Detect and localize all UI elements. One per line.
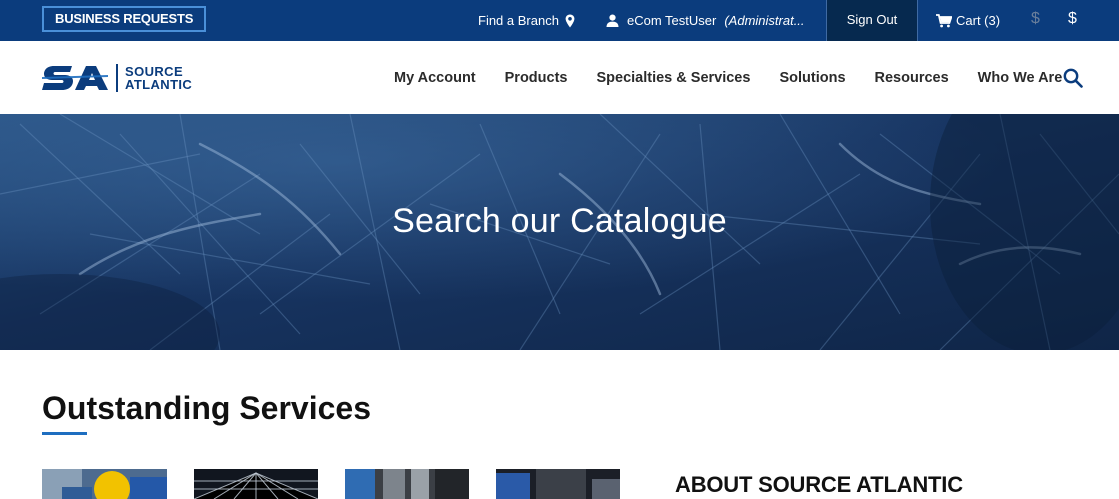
find-branch-link[interactable]: Find a Branch bbox=[478, 0, 575, 41]
logo-line-2: ATLANTIC bbox=[125, 77, 193, 92]
heading-underline bbox=[42, 432, 87, 435]
sa-logo-mark bbox=[42, 66, 108, 90]
nav-item-products[interactable]: Products bbox=[505, 70, 568, 86]
cart-icon bbox=[936, 13, 952, 27]
search-icon[interactable] bbox=[1063, 68, 1083, 88]
services-heading: Outstanding Services bbox=[42, 390, 371, 426]
main-nav: SOURCE ATLANTIC My Account Products Spec… bbox=[0, 41, 1119, 114]
hero-title: Search our Catalogue bbox=[392, 202, 727, 240]
hero-banner: Search our Catalogue bbox=[0, 114, 1119, 350]
sign-out-button[interactable]: Sign Out bbox=[826, 0, 918, 41]
user-role: (Administrat... bbox=[724, 12, 805, 28]
nav-item-resources[interactable]: Resources bbox=[875, 70, 949, 86]
user-icon bbox=[606, 14, 619, 27]
industrial-parts-image bbox=[345, 469, 469, 499]
logo-wordmark: SOURCE ATLANTIC bbox=[125, 65, 192, 91]
currency-toggle-inactive[interactable]: $ bbox=[1031, 10, 1040, 28]
user-name: eCom TestUser bbox=[627, 12, 717, 28]
user-account-link[interactable]: eCom TestUser (Administrat... bbox=[606, 0, 805, 41]
cart-link[interactable]: Cart (3) bbox=[936, 0, 1000, 41]
service-thumbnail-engineering[interactable] bbox=[194, 469, 319, 499]
nav-item-specialties-services[interactable]: Specialties & Services bbox=[596, 70, 750, 86]
utility-bar: BUSINESS REQUESTS Find a Branch eCom Tes… bbox=[0, 0, 1119, 41]
service-thumbnail-industrial[interactable] bbox=[345, 469, 470, 499]
structure-image bbox=[194, 469, 319, 499]
nav-item-my-account[interactable]: My Account bbox=[394, 70, 476, 86]
cart-label: Cart (3) bbox=[956, 12, 1001, 28]
source-atlantic-logo[interactable]: SOURCE ATLANTIC bbox=[42, 63, 192, 93]
nav-item-solutions[interactable]: Solutions bbox=[779, 70, 845, 86]
currency-toggle-active[interactable]: $ bbox=[1068, 10, 1077, 28]
nav-menu: My Account Products Specialties & Servic… bbox=[394, 41, 1091, 114]
logo-divider bbox=[116, 64, 118, 92]
service-thumbnail-safety[interactable] bbox=[42, 469, 167, 499]
business-requests-button[interactable]: BUSINESS REQUESTS bbox=[42, 6, 207, 32]
find-branch-label: Find a Branch bbox=[478, 12, 559, 28]
service-thumbnail-repair[interactable] bbox=[496, 469, 621, 499]
map-pin-icon bbox=[565, 14, 575, 27]
safety-worker-image bbox=[42, 469, 167, 499]
repair-technician-image bbox=[496, 469, 620, 499]
nav-item-who-we-are[interactable]: Who We Are bbox=[978, 70, 1063, 86]
about-heading: ABOUT SOURCE ATLANTIC bbox=[675, 472, 963, 497]
